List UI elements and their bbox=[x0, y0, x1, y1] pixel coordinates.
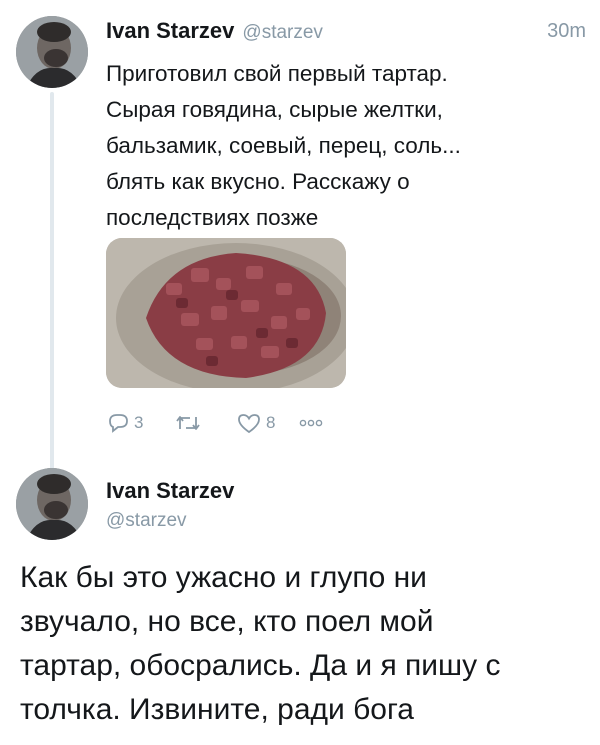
tweet-header: Ivan Starzev @starzev 30m bbox=[106, 18, 586, 52]
more-button[interactable] bbox=[298, 408, 324, 438]
reply-icon bbox=[109, 414, 128, 433]
tweet-text-line: звучало, но все, кто поел мой bbox=[20, 605, 434, 638]
author-name[interactable]: Ivan Starzev bbox=[106, 18, 234, 43]
tweet-text: Приготовил свой первый тартар. Сырая гов… bbox=[106, 56, 576, 236]
tweet-timestamp[interactable]: 30m bbox=[547, 20, 586, 43]
tweet-text-line: последствиях позже bbox=[106, 205, 319, 230]
like-button[interactable]: 8 bbox=[236, 408, 275, 438]
reply-button[interactable]: 3 bbox=[106, 408, 143, 438]
tweet-text: Как бы это ужасно и глупо ни звучало, но… bbox=[20, 556, 580, 732]
like-count: 8 bbox=[266, 413, 276, 432]
author-name[interactable]: Ivan Starzev bbox=[106, 478, 234, 504]
thread-connector-line bbox=[50, 92, 54, 472]
tweet-actions: 3 8 bbox=[106, 408, 406, 438]
author-handle[interactable]: @starzev bbox=[242, 22, 323, 43]
retweet-button[interactable] bbox=[174, 408, 202, 438]
tweet-text-line: бальзамик, соевый, перец, соль... bbox=[106, 133, 461, 158]
tweet-text-line: тартар, обосрались. Да и я пишу с bbox=[20, 649, 501, 682]
reply-count: 3 bbox=[134, 413, 144, 432]
tweet-text-line: Сырая говядина, сырые желтки, bbox=[106, 97, 443, 122]
tweet-text-line: толчка. Извините, ради бога bbox=[20, 693, 414, 726]
heart-icon bbox=[238, 414, 260, 434]
avatar[interactable] bbox=[16, 16, 88, 88]
tweet-photo-tartare[interactable] bbox=[106, 238, 346, 388]
retweet-icon bbox=[176, 416, 200, 430]
tweet-text-line: Как бы это ужасно и глупо ни bbox=[20, 561, 427, 594]
avatar[interactable] bbox=[16, 468, 88, 540]
author-handle[interactable]: @starzev bbox=[106, 510, 187, 532]
tweet-text-line: Приготовил свой первый тартар. bbox=[106, 61, 448, 86]
more-icon bbox=[299, 419, 323, 427]
tweet-text-line: блять как вкусно. Расскажу о bbox=[106, 169, 410, 194]
